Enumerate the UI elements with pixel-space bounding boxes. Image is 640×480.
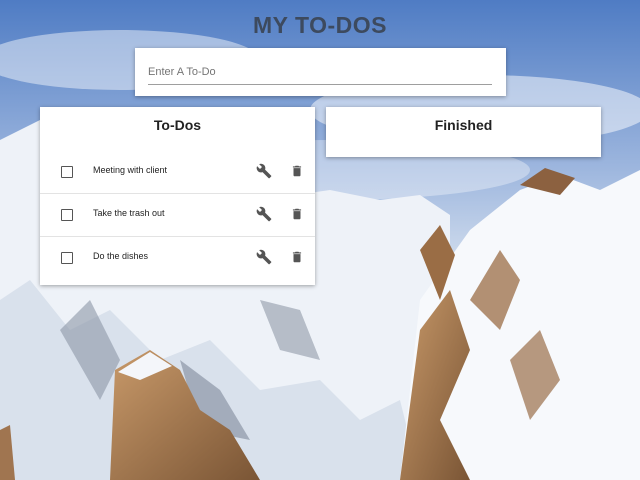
todo-item-label: Do the dishes bbox=[93, 251, 149, 261]
todos-panel: To-Dos Meeting with client Take the tras… bbox=[40, 107, 315, 285]
todo-item: Take the trash out bbox=[40, 193, 315, 236]
todo-list: Meeting with client Take the trash out D… bbox=[40, 151, 315, 279]
finished-panel-title: Finished bbox=[434, 117, 493, 133]
todo-input[interactable] bbox=[148, 62, 492, 85]
todo-item-label: Meeting with client bbox=[93, 165, 168, 175]
finished-panel: Finished bbox=[326, 107, 601, 157]
todo-item-label: Take the trash out bbox=[93, 208, 165, 218]
wrench-icon[interactable] bbox=[256, 163, 272, 179]
trash-icon[interactable] bbox=[290, 249, 304, 265]
todos-panel-title: To-Dos bbox=[153, 117, 202, 133]
wrench-icon[interactable] bbox=[256, 206, 272, 222]
todo-item: Meeting with client bbox=[40, 151, 315, 193]
wrench-icon[interactable] bbox=[256, 249, 272, 265]
todo-item: Do the dishes bbox=[40, 236, 315, 279]
todo-checkbox[interactable] bbox=[61, 166, 73, 178]
trash-icon[interactable] bbox=[290, 206, 304, 222]
page-title: MY TO-DOS bbox=[253, 12, 387, 38]
trash-icon[interactable] bbox=[290, 163, 304, 179]
todo-checkbox[interactable] bbox=[61, 252, 73, 264]
todo-checkbox[interactable] bbox=[61, 209, 73, 221]
todo-input-card bbox=[135, 48, 506, 96]
